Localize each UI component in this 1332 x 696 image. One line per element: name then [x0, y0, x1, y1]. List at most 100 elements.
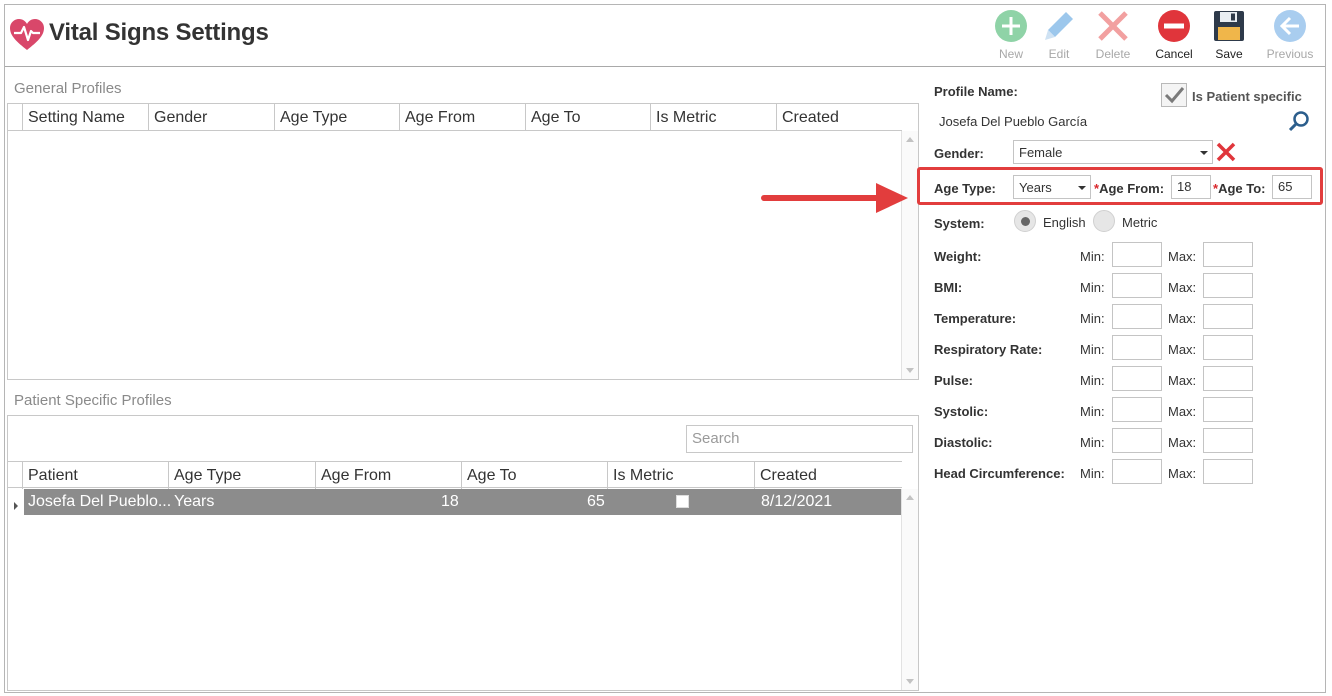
is-metric-checkbox[interactable]	[676, 495, 689, 508]
max-label: Max:	[1168, 249, 1197, 264]
min-label: Min:	[1080, 280, 1105, 295]
system-label: System:	[934, 216, 985, 231]
min-label: Min:	[1080, 342, 1105, 357]
patient-profiles-header: Patient Age Type Age From Age To Is Metr…	[8, 461, 902, 489]
cell-age-from: 18	[441, 493, 459, 510]
scroll-up-icon[interactable]	[906, 137, 914, 142]
min-label: Min:	[1080, 249, 1105, 264]
min-label: Min:	[1080, 466, 1105, 481]
cell-patient: Josefa Del Pueblo...	[28, 493, 172, 510]
search-icon[interactable]	[1288, 110, 1310, 132]
arrow-right-icon	[761, 183, 908, 213]
age-to-label: *Age To:	[1213, 181, 1265, 196]
chevron-down-icon	[1078, 186, 1086, 190]
col-age-from[interactable]: Age From	[399, 104, 525, 131]
col-gender[interactable]: Gender	[148, 104, 274, 131]
previous-button-label: Previous	[1266, 47, 1314, 61]
chevron-down-icon	[1200, 151, 1208, 155]
cell-age-type: Years	[174, 493, 215, 510]
age-type-select[interactable]: Years	[1013, 175, 1091, 199]
gender-label: Gender:	[934, 146, 984, 161]
temperature-min-input[interactable]	[1112, 304, 1162, 329]
system-english-radio[interactable]	[1014, 210, 1036, 232]
col-age-to[interactable]: Age To	[461, 462, 607, 489]
table-row[interactable]: Josefa Del Pueblo... Years 18 65 8/12/20…	[24, 489, 902, 515]
min-label: Min:	[1080, 373, 1105, 388]
floppy-disk-icon	[1214, 11, 1244, 41]
is-patient-specific-checkbox[interactable]	[1161, 83, 1187, 107]
patient-profiles-scrollbar[interactable]	[901, 489, 918, 690]
diastolic-label: Diastolic:	[934, 435, 993, 450]
max-label: Max:	[1168, 342, 1197, 357]
pulse-label: Pulse:	[934, 373, 974, 388]
col-age-from[interactable]: Age From	[315, 462, 461, 489]
head-circumference-max-input[interactable]	[1203, 459, 1253, 484]
col-is-metric[interactable]: Is Metric	[607, 462, 754, 489]
bmi-label: BMI:	[934, 280, 963, 295]
edit-button[interactable]: Edit	[1034, 7, 1084, 65]
temperature-max-input[interactable]	[1203, 304, 1253, 329]
pencil-icon	[1045, 12, 1073, 40]
min-label: Min:	[1080, 311, 1105, 326]
general-profiles-header: Setting Name Gender Age Type Age From Ag…	[8, 104, 902, 131]
respiratory-rate-label: Respiratory Rate:	[934, 342, 1043, 357]
weight-max-input[interactable]	[1203, 242, 1253, 267]
pulse-max-input[interactable]	[1203, 366, 1253, 391]
x-icon	[1098, 11, 1128, 41]
age-from-label-text: Age From:	[1099, 181, 1165, 196]
radio-selected-dot	[1021, 217, 1030, 226]
scroll-up-icon[interactable]	[906, 495, 914, 500]
col-age-type[interactable]: Age Type	[274, 104, 399, 131]
bmi-min-input[interactable]	[1112, 273, 1162, 298]
scroll-down-icon[interactable]	[906, 679, 914, 684]
general-profiles-title: General Profiles	[14, 80, 122, 97]
bmi-max-input[interactable]	[1203, 273, 1253, 298]
general-profiles-scrollbar[interactable]	[901, 131, 918, 379]
max-label: Max:	[1168, 373, 1197, 388]
cancel-button[interactable]: Cancel	[1149, 7, 1199, 65]
gender-value: Female	[1019, 145, 1063, 160]
cell-created: 8/12/2021	[761, 493, 833, 510]
gender-select[interactable]: Female	[1013, 140, 1213, 164]
diastolic-min-input[interactable]	[1112, 428, 1162, 453]
age-from-label: *Age From:	[1094, 181, 1164, 196]
systolic-max-input[interactable]	[1203, 397, 1253, 422]
temperature-label: Temperature:	[934, 311, 1017, 326]
pulse-min-input[interactable]	[1112, 366, 1162, 391]
system-metric-radio[interactable]	[1093, 210, 1115, 232]
col-setting-name[interactable]: Setting Name	[22, 104, 148, 131]
plus-circle-icon	[995, 10, 1027, 42]
patient-profiles-grid[interactable]: Search Patient Age Type Age From Age To …	[7, 415, 919, 691]
systolic-label: Systolic:	[934, 404, 989, 419]
systolic-min-input[interactable]	[1112, 397, 1162, 422]
head-circumference-min-input[interactable]	[1112, 459, 1162, 484]
edit-button-label: Edit	[1048, 47, 1070, 61]
row-indicator-icon	[14, 502, 18, 510]
col-age-to[interactable]: Age To	[525, 104, 650, 131]
col-is-metric[interactable]: Is Metric	[650, 104, 776, 131]
new-button[interactable]: New	[986, 7, 1036, 65]
cancel-button-label: Cancel	[1155, 47, 1193, 61]
weight-min-input[interactable]	[1112, 242, 1162, 267]
save-button[interactable]: Save	[1204, 7, 1254, 65]
col-patient[interactable]: Patient	[22, 462, 168, 489]
new-button-label: New	[998, 47, 1023, 61]
max-label: Max:	[1168, 435, 1197, 450]
minus-circle-icon	[1158, 10, 1190, 42]
col-created[interactable]: Created	[754, 462, 902, 489]
col-age-type[interactable]: Age Type	[168, 462, 315, 489]
respiratory-rate-min-input[interactable]	[1112, 335, 1162, 360]
delete-button[interactable]: Delete	[1088, 7, 1138, 65]
diastolic-max-input[interactable]	[1203, 428, 1253, 453]
age-to-input[interactable]: 65	[1272, 175, 1312, 199]
respiratory-rate-max-input[interactable]	[1203, 335, 1253, 360]
system-english-label: English	[1043, 215, 1086, 230]
general-profiles-grid[interactable]: Setting Name Gender Age Type Age From Ag…	[7, 103, 919, 380]
clear-gender-icon[interactable]	[1215, 141, 1237, 163]
patient-search-input[interactable]: Search	[686, 425, 913, 453]
max-label: Max:	[1168, 311, 1197, 326]
previous-button[interactable]: Previous	[1265, 7, 1315, 65]
scroll-down-icon[interactable]	[906, 368, 914, 373]
col-created[interactable]: Created	[776, 104, 902, 131]
age-from-input[interactable]: 18	[1171, 175, 1211, 199]
